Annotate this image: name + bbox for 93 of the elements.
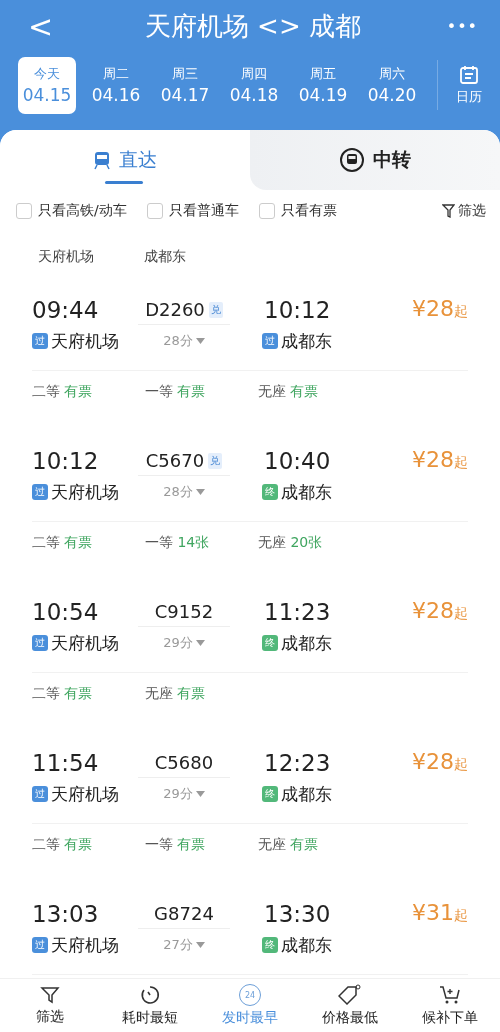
seat-availability: 二等 有票 [32, 836, 94, 854]
departure-station: 天府机场 [51, 782, 119, 806]
caret-icon [195, 942, 205, 948]
date-tab[interactable]: 周六 04.20 [363, 56, 421, 114]
train-number: D2260 [145, 299, 205, 320]
seat-availability: 二等 有票 [32, 685, 94, 703]
seat-availability: 二等 有票 [32, 383, 94, 401]
nav-button[interactable]: 候补下单 [400, 979, 500, 1032]
train-number: C5670 [145, 450, 205, 471]
filter-icon [40, 985, 60, 1005]
date-tab[interactable]: 周五 04.19 [294, 56, 352, 114]
filter-button[interactable]: 筛选 [442, 202, 486, 220]
stop-badge: 过 [32, 484, 48, 500]
departure-station: 天府机场 [51, 329, 119, 353]
departure-time: 10:12 [32, 447, 100, 476]
arrival-time: 10:40 [263, 447, 332, 476]
stop-badge: 过 [32, 333, 48, 349]
date-tab[interactable]: 周三 04.17 [156, 56, 214, 114]
seat-availability: 一等 14张 [145, 534, 211, 552]
duration-toggle[interactable]: 27分 [138, 930, 230, 960]
nav-button[interactable]: 价格最低 [300, 979, 400, 1032]
duration-toggle[interactable]: 28分 [138, 326, 230, 356]
stop-badge: 终 [262, 635, 278, 651]
arrival-station: 成都东 [281, 480, 332, 504]
caret-icon [195, 791, 205, 797]
arrival-station: 成都东 [281, 933, 332, 957]
caret-icon [195, 640, 205, 646]
departure-time: 11:54 [32, 749, 100, 778]
seat-availability: 无座 20张 [258, 534, 324, 552]
duration-toggle[interactable]: 28分 [138, 477, 230, 507]
price: ¥31起 [412, 899, 468, 927]
stop-badge: 过 [32, 635, 48, 651]
arrival-station: 成都东 [281, 329, 332, 353]
price: ¥28起 [412, 446, 468, 474]
exchange-badge: 兑 [208, 452, 223, 469]
transfer-icon [339, 147, 365, 173]
back-button[interactable]: < [22, 8, 60, 44]
seat-availability: 一等 有票 [145, 383, 207, 401]
route-tab[interactable]: 中转 [250, 130, 500, 190]
train-icon [93, 150, 111, 170]
nav-button[interactable]: 筛选 [0, 979, 100, 1032]
departure-station: 天府机场 [51, 933, 119, 957]
train-number: C5680 [154, 752, 214, 773]
calendar-icon [459, 64, 479, 85]
price: ¥28起 [412, 597, 468, 625]
filter-icon [442, 204, 455, 218]
page-title: 天府机场 <> 成都 [144, 9, 361, 43]
train-number: C9152 [154, 601, 214, 622]
caret-icon [195, 489, 205, 495]
arrival-time: 11:23 [263, 598, 332, 627]
departure-time: 09:44 [32, 296, 100, 325]
arrival-time: 10:12 [263, 296, 332, 325]
stop-badge: 终 [262, 937, 278, 953]
departure-time: 13:03 [32, 900, 100, 929]
filter-checkbox[interactable]: 只看有票 [258, 202, 337, 220]
cart-icon [438, 984, 462, 1006]
arrival-station: 成都东 [281, 631, 332, 655]
more-button[interactable]: ••• [446, 16, 478, 36]
stop-badge: 终 [262, 484, 278, 500]
timer-icon [139, 984, 161, 1006]
stop-badge: 过 [32, 937, 48, 953]
price: ¥28起 [412, 748, 468, 776]
destination-station: 成都东 [144, 248, 186, 266]
stop-badge: 终 [262, 786, 278, 802]
date-tab[interactable]: 今天 04.15 [18, 56, 76, 114]
nav-button[interactable]: 24 发时最早 [200, 979, 300, 1032]
departure-station: 天府机场 [51, 631, 119, 655]
arrival-station: 成都东 [281, 782, 332, 806]
filter-checkbox[interactable]: 只看高铁/动车 [16, 202, 127, 220]
seat-availability: 一等 有票 [145, 836, 207, 854]
filter-checkbox[interactable]: 只看普通车 [146, 202, 239, 220]
date-tab[interactable]: 周二 04.16 [87, 56, 145, 114]
stop-badge: 过 [262, 333, 278, 349]
calendar-button[interactable]: 日历 [437, 60, 492, 110]
stop-badge: 过 [32, 786, 48, 802]
arrival-time: 12:23 [263, 749, 332, 778]
origin-station: 天府机场 [38, 248, 94, 266]
departure-station: 天府机场 [51, 480, 119, 504]
exchange-badge: 兑 [208, 301, 223, 318]
train-number: G8724 [154, 903, 214, 924]
seat-availability: 二等 有票 [32, 534, 94, 552]
duration-toggle[interactable]: 29分 [138, 628, 230, 658]
arrival-time: 13:30 [263, 900, 332, 929]
departure-time: 10:54 [32, 598, 100, 627]
caret-icon [195, 338, 205, 344]
tag-icon [338, 984, 362, 1006]
duration-toggle[interactable]: 29分 [138, 779, 230, 809]
nav-button[interactable]: 耗时最短 [100, 979, 200, 1032]
price: ¥28起 [412, 295, 468, 323]
seat-availability: 无座 有票 [145, 685, 207, 703]
date-tab[interactable]: 周四 04.18 [225, 56, 283, 114]
seat-availability: 无座 有票 [258, 383, 320, 401]
seat-availability: 无座 有票 [258, 836, 320, 854]
